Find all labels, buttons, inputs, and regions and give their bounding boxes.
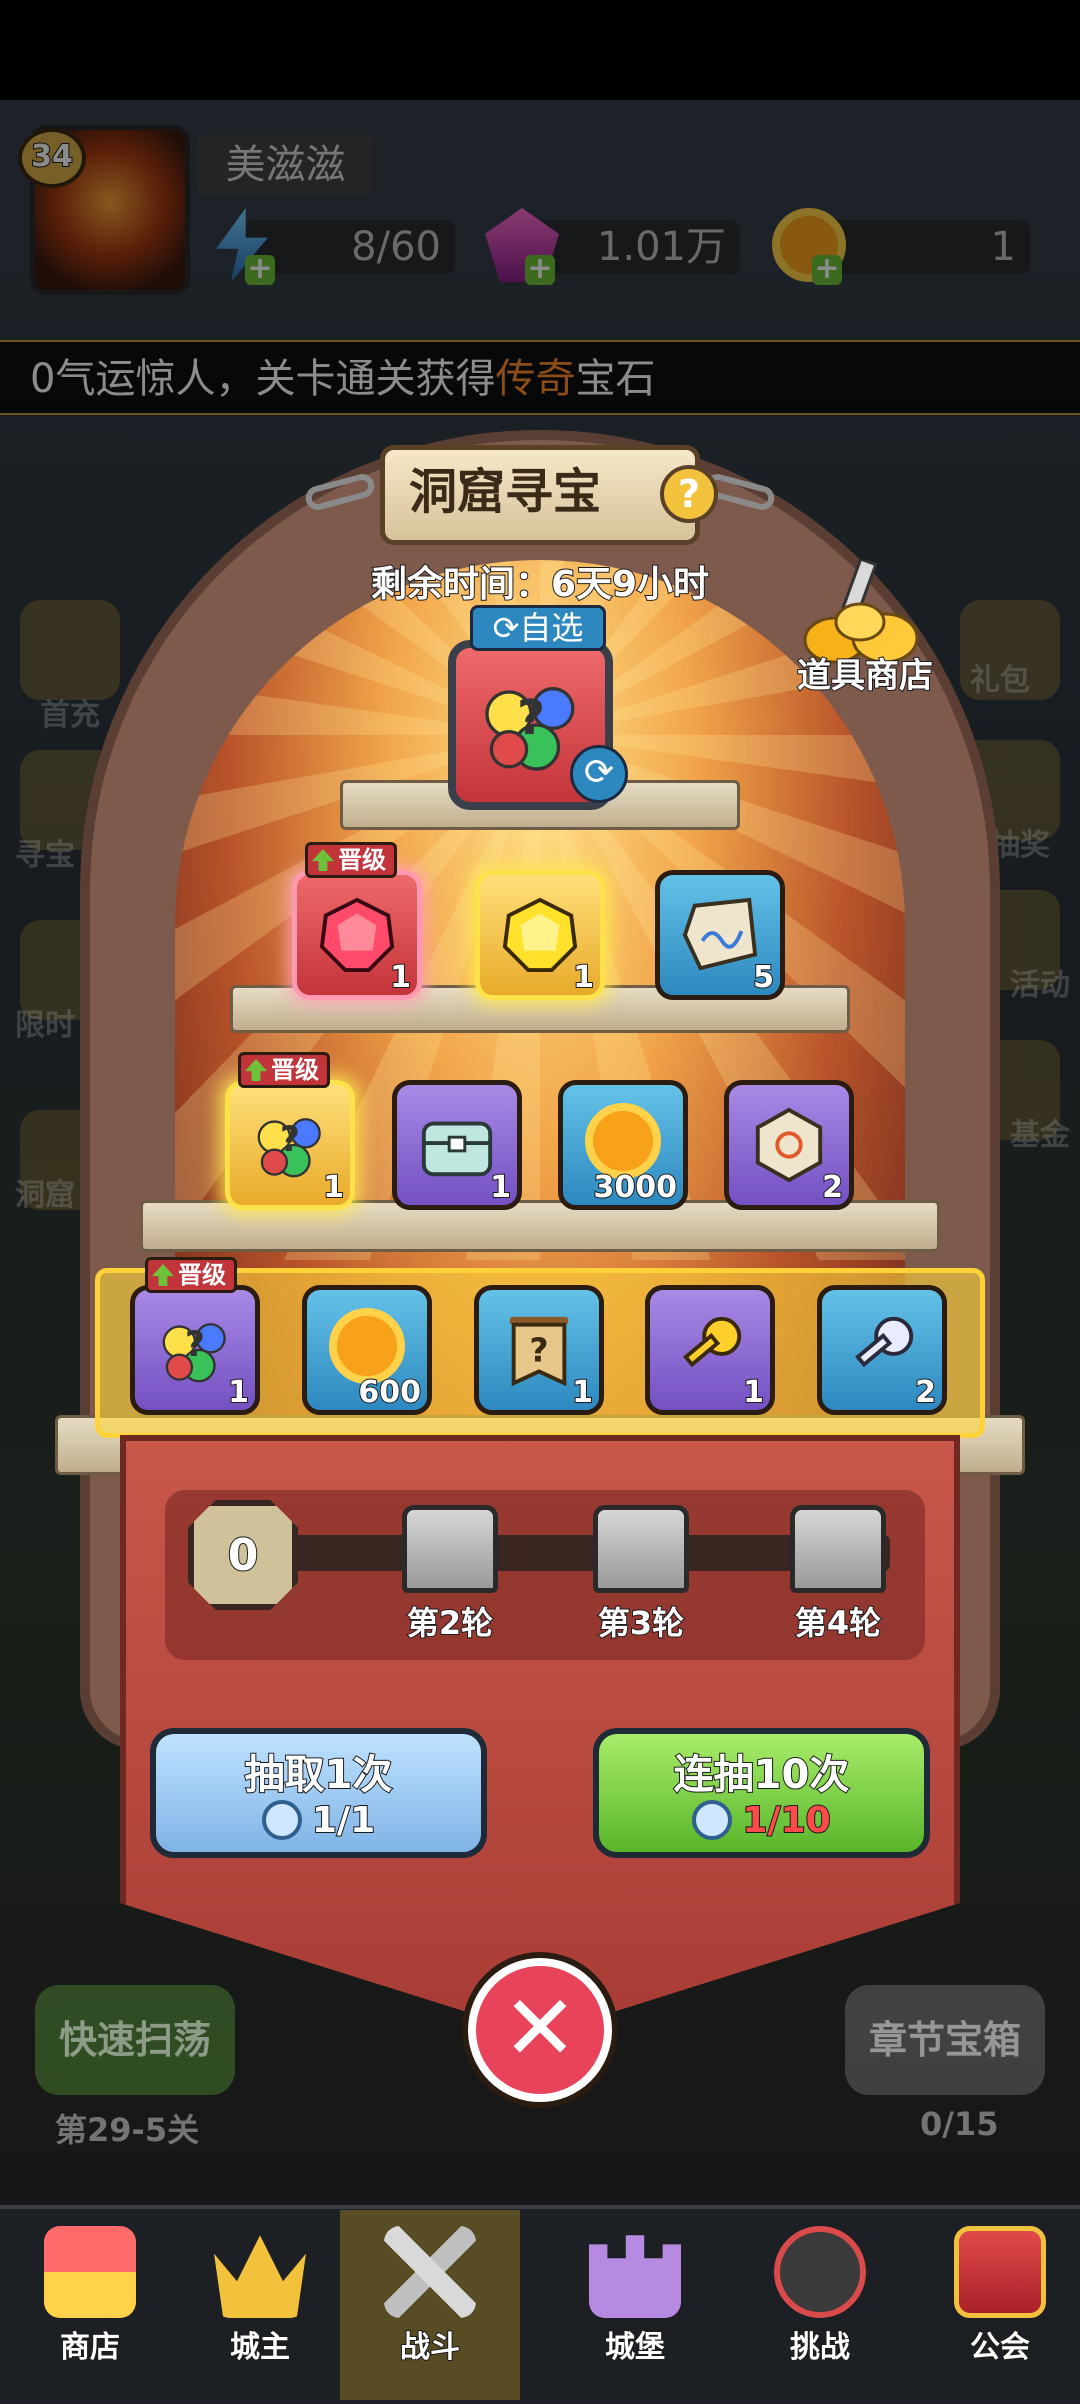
svg-text:?: ? <box>529 1331 548 1370</box>
stage-label: 第29-5关 <box>55 2111 200 2149</box>
item-count: 600 <box>357 1374 422 1411</box>
yellow-gem-icon <box>502 897 578 973</box>
quick-sweep-button[interactable]: 快速扫荡 <box>35 1985 235 2095</box>
rune-stone-icon <box>755 1107 823 1183</box>
prize-tile-gold-600[interactable]: 600 <box>302 1285 432 1415</box>
upgrade-label: 晋级 <box>271 1056 319 1084</box>
nav-shop-label: 商店 <box>59 2329 121 2366</box>
gem-bundle-icon: ? <box>484 687 574 771</box>
red-gem-icon <box>319 897 395 973</box>
svg-text:?: ? <box>280 1120 300 1160</box>
remaining-time: 剩余时间：6天9小时 <box>370 563 710 606</box>
prize-tile-gold-key[interactable]: 1 <box>645 1285 775 1415</box>
nav-guild[interactable]: 公会 <box>910 2210 1080 2400</box>
prize-tile-yellow-gem[interactable]: 1 <box>475 870 605 1000</box>
close-button[interactable]: ✕ <box>468 1958 612 2102</box>
upgrade-badge: 晋级 <box>145 1257 237 1293</box>
draw-ten-cost: 1/10 <box>599 1799 924 1842</box>
nav-castle-label: 城堡 <box>604 2329 666 2366</box>
draw-ten-cost-value: 1/10 <box>741 1799 831 1842</box>
refresh-icon[interactable]: ⟳ <box>570 745 628 803</box>
round-3-label: 第3轮 <box>597 1603 685 1643</box>
up-arrow-icon <box>152 1264 174 1286</box>
nav-lord[interactable]: 城主 <box>170 2210 350 2400</box>
nav-shop[interactable]: 商店 <box>0 2210 180 2400</box>
prize-tile-mystery-scroll[interactable]: ? 1 <box>474 1285 604 1415</box>
draw-ten-label: 连抽10次 <box>673 1751 851 1799</box>
item-count: 3000 <box>593 1169 678 1206</box>
round-4-chest-icon[interactable] <box>790 1505 886 1593</box>
item-shop-label: 道具商店 <box>796 655 934 697</box>
upgrade-label: 晋级 <box>178 1261 226 1289</box>
prize-tile-rune-stone[interactable]: 2 <box>724 1080 854 1210</box>
gem-bundle-icon: ? <box>257 1118 321 1178</box>
item-count: 1 <box>571 1374 594 1411</box>
up-arrow-icon <box>245 1059 267 1081</box>
prize-tile-gem-bundle[interactable]: ? 1 <box>225 1080 355 1210</box>
chapter-chest-button[interactable]: 章节宝箱 <box>845 1985 1045 2095</box>
treasure-chest-icon <box>421 1121 493 1177</box>
gold-coin-icon <box>329 1308 405 1384</box>
nav-battle[interactable]: 战斗 <box>340 2210 520 2400</box>
round-2-chest-icon[interactable] <box>402 1505 498 1593</box>
draw-once-cost-value: 1/1 <box>311 1799 376 1842</box>
round-2-label: 第2轮 <box>406 1603 494 1643</box>
prize-tile-red-gem[interactable]: 1 <box>292 870 422 1000</box>
draw-once-cost: 1/1 <box>156 1799 481 1842</box>
refresh-small-icon: ⟳ <box>492 609 520 647</box>
crossed-swords-icon <box>384 2226 476 2318</box>
item-count: 1 <box>322 1169 345 1206</box>
up-arrow-icon <box>312 849 334 871</box>
prize-tile-silver-key[interactable]: 2 <box>817 1285 947 1415</box>
item-count: 1 <box>489 1169 512 1206</box>
item-count: 1 <box>227 1374 250 1411</box>
status-bar <box>0 0 1080 100</box>
draw-once-button[interactable]: 抽取1次 1/1 <box>150 1728 487 1858</box>
event-title: 洞窟寻宝 <box>408 464 601 520</box>
nav-guild-label: 公会 <box>969 2329 1031 2366</box>
upgrade-badge: 晋级 <box>305 842 397 878</box>
upgrade-badge: 晋级 <box>238 1052 330 1088</box>
draw-once-label: 抽取1次 <box>244 1751 394 1799</box>
help-button[interactable]: ? <box>660 465 718 523</box>
item-count: 2 <box>914 1374 937 1411</box>
item-count: 1 <box>742 1374 765 1411</box>
select-badge[interactable]: ⟳自选 <box>470 605 606 651</box>
nav-castle[interactable]: 城堡 <box>545 2210 725 2400</box>
gold-coin-icon <box>585 1103 661 1179</box>
prize-tile-scroll-stone[interactable]: 5 <box>655 870 785 1000</box>
item-count: 1 <box>389 959 412 996</box>
crown-icon <box>214 2235 306 2318</box>
guild-banner-icon <box>954 2226 1046 2318</box>
progress-counter: 0 <box>188 1500 298 1610</box>
draw-ticket-icon <box>692 1800 733 1840</box>
item-count: 1 <box>572 959 595 996</box>
prize-tile-gold-3000[interactable]: 3000 <box>558 1080 688 1210</box>
item-count: 2 <box>821 1169 844 1206</box>
silver-key-icon <box>855 1316 914 1368</box>
upgrade-label: 晋级 <box>338 846 386 874</box>
castle-icon <box>589 2235 681 2318</box>
chapter-stars: 0/15 <box>920 2105 999 2143</box>
shop-icon <box>44 2226 136 2318</box>
svg-text:?: ? <box>516 690 544 746</box>
mystery-scroll-icon: ? <box>509 1316 569 1387</box>
draw-ten-button[interactable]: 连抽10次 1/10 <box>593 1728 930 1858</box>
demon-icon <box>774 2226 866 2318</box>
nav-challenge-label: 挑战 <box>789 2329 851 2366</box>
draw-ticket-icon <box>261 1800 302 1840</box>
item-count: 5 <box>752 959 775 996</box>
nav-battle-label: 战斗 <box>399 2329 461 2366</box>
round-3-chest-icon[interactable] <box>593 1505 689 1593</box>
gold-key-icon <box>683 1316 742 1368</box>
prize-tile-chest[interactable]: 1 <box>392 1080 522 1210</box>
select-label: 自选 <box>519 609 584 647</box>
nav-lord-label: 城主 <box>229 2329 291 2366</box>
gem-bundle-icon: ? <box>162 1323 226 1383</box>
scroll-stone-icon <box>682 897 758 971</box>
prize-tile-gem-bundle-bottom[interactable]: ? 1 <box>130 1285 260 1415</box>
nav-challenge[interactable]: 挑战 <box>730 2210 910 2400</box>
round-4-label: 第4轮 <box>794 1603 882 1643</box>
svg-text:?: ? <box>185 1325 205 1365</box>
